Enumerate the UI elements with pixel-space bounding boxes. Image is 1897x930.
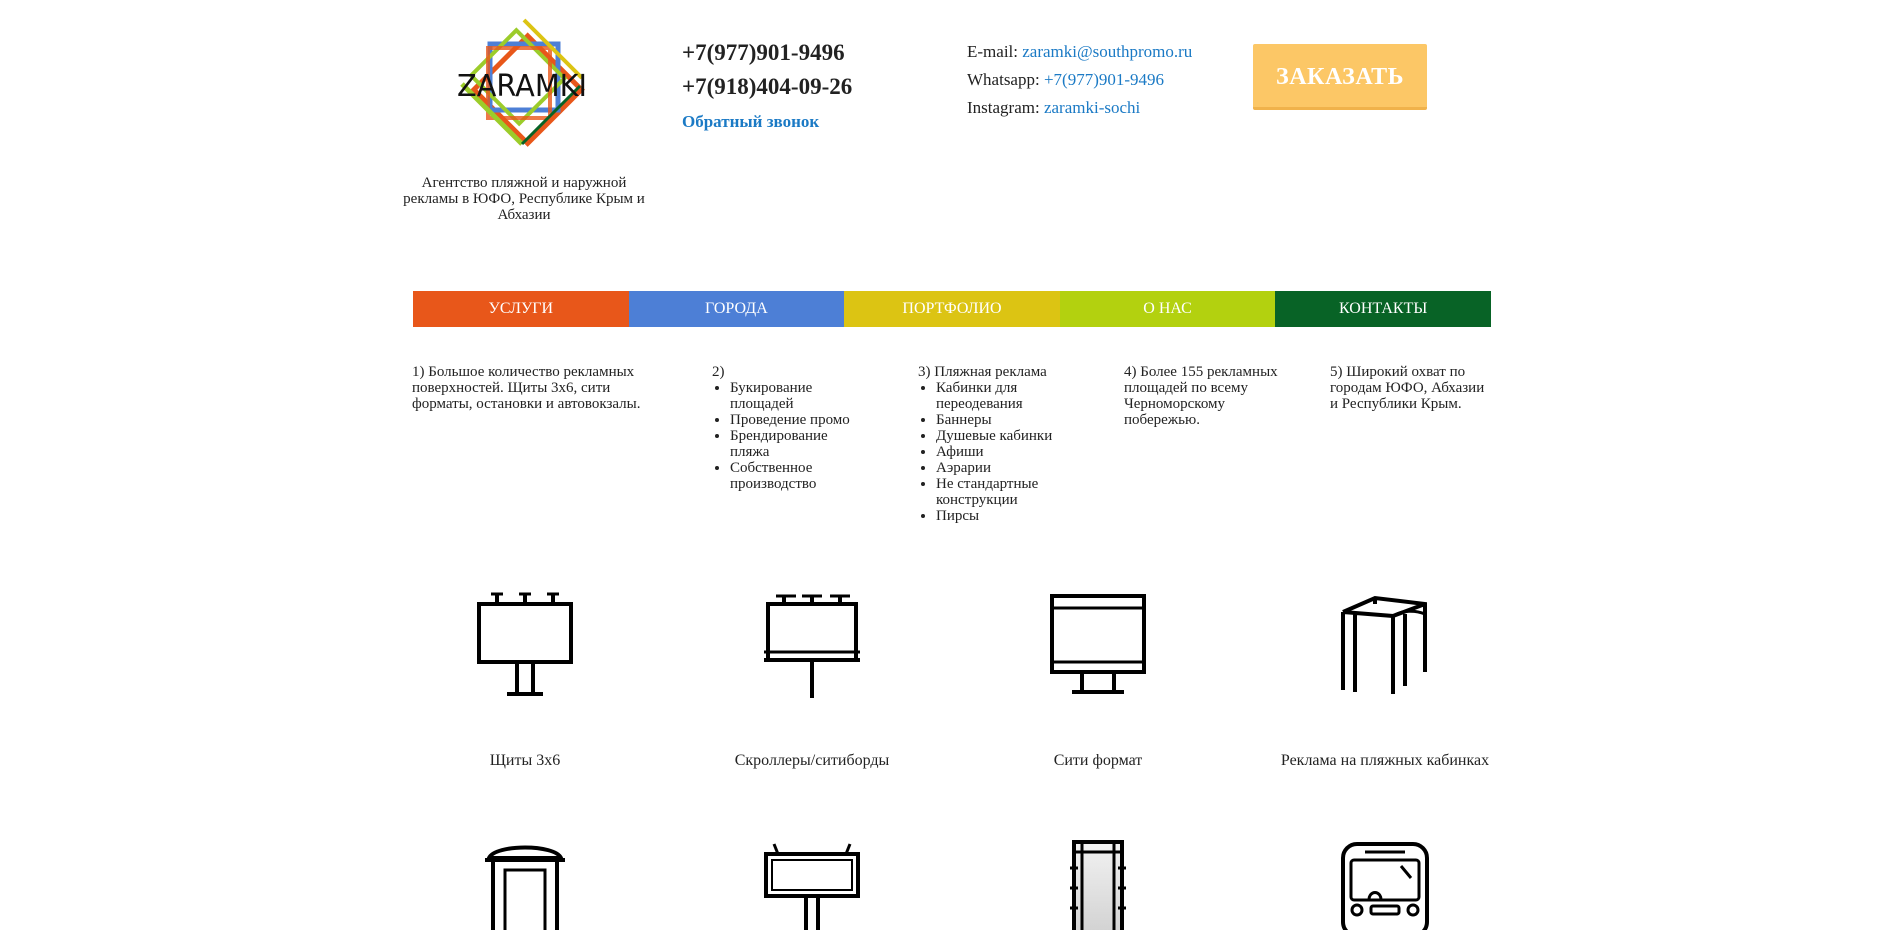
list-item: Аэрарии [936, 460, 1068, 476]
whatsapp-label: Whatsapp: [967, 70, 1040, 89]
phone-2[interactable]: +7(918)404-09-26 [682, 70, 852, 104]
logo[interactable]: ZARAMKI [452, 14, 592, 154]
whatsapp-row: Whatsapp: +7(977)901-9496 [967, 66, 1192, 94]
logo-text: ZARAMKI [457, 69, 587, 104]
feature-5: 5) Широкий охват по городам ЮФО, Абхазии… [1330, 364, 1485, 412]
list-item: Собственное производство [730, 460, 862, 492]
bus-icon [1341, 842, 1429, 930]
email-link[interactable]: zaramki@southpromo.ru [1022, 42, 1192, 61]
service-bus[interactable] [1245, 838, 1525, 930]
service-label: Щиты 3х6 [489, 752, 561, 769]
logo-icon: ZARAMKI [457, 18, 587, 147]
service-scroller[interactable]: Скроллеры/ситиборды [672, 590, 952, 770]
list-item: Кабинки для переодевания [936, 380, 1068, 412]
main-menu: УСЛУГИ ГОРОДА ПОРТФОЛИО О НАС КОНТАКТЫ [413, 291, 1491, 327]
service-label: Сити формат [1053, 752, 1143, 769]
menu-item-services[interactable]: УСЛУГИ [413, 291, 629, 327]
service-beach-cabin[interactable]: Реклама на пляжных кабинках [1245, 590, 1525, 770]
city-format-icon [1050, 594, 1146, 694]
beach-cabin-icon [1341, 595, 1427, 694]
email-row: E-mail: zaramki@southpromo.ru [967, 38, 1192, 66]
roadside-billboard-icon [764, 843, 860, 930]
feature-4: 4) Более 155 рекламных площадей по всему… [1124, 364, 1278, 428]
list-item: Букирование площадей [730, 380, 862, 412]
service-roadside-billboard[interactable] [672, 838, 952, 930]
pillar-icon [1070, 840, 1126, 930]
service-label: Скроллеры/ситиборды [734, 752, 890, 769]
tagline: Агентство пляжной и наружной рекламы в Ю… [403, 175, 645, 223]
feature-2-list: Букирование площадей Проведение промо Бр… [712, 380, 862, 492]
service-billboard[interactable]: Щиты 3х6 [385, 590, 665, 770]
feature-1: 1) Большое количество рекламных поверхно… [412, 364, 641, 412]
list-item: Пирсы [936, 508, 1068, 524]
billboard-icon [477, 592, 573, 696]
email-label: E-mail: [967, 42, 1018, 61]
feature-2: 2) Букирование площадей Проведение промо… [712, 364, 862, 492]
list-item: Брендирование пляжа [730, 428, 862, 460]
contacts-block: E-mail: zaramki@southpromo.ru Whatsapp: … [967, 38, 1192, 122]
feature-3-list: Кабинки для переодевания Баннеры Душевые… [918, 380, 1068, 524]
list-item: Проведение промо [730, 412, 862, 428]
list-item: Душевые кабинки [936, 428, 1068, 444]
whatsapp-link[interactable]: +7(977)901-9496 [1044, 70, 1164, 89]
feature-3-title: 3) Пляжная реклама [918, 364, 1047, 380]
menu-item-about[interactable]: О НАС [1059, 291, 1276, 327]
feature-3: 3) Пляжная реклама Кабинки для переодева… [918, 364, 1068, 524]
menu-item-portfolio[interactable]: ПОРТФОЛИО [844, 291, 1060, 327]
list-item: Не стандартные конструкции [936, 476, 1068, 508]
callback-link[interactable]: Обратный звонок [682, 112, 852, 132]
phone-1[interactable]: +7(977)901-9496 [682, 36, 852, 70]
service-label: Реклама на пляжных кабинках [1280, 752, 1490, 769]
list-item: Баннеры [936, 412, 1068, 428]
instagram-row: Instagram: zaramki-sochi [967, 94, 1192, 122]
order-button[interactable]: ЗАКАЗАТЬ [1253, 44, 1427, 110]
menu-item-contacts[interactable]: КОНТАКТЫ [1275, 291, 1491, 327]
kiosk-icon [485, 845, 565, 930]
feature-2-title: 2) [712, 364, 725, 380]
service-pillar[interactable] [958, 838, 1238, 930]
instagram-label: Instagram: [967, 98, 1040, 117]
page: ZARAMKI Агентство пляжной и наружной рек… [0, 0, 1897, 930]
service-city-format[interactable]: Сити формат [958, 590, 1238, 770]
menu-item-cities[interactable]: ГОРОДА [628, 291, 845, 327]
instagram-link[interactable]: zaramki-sochi [1044, 98, 1140, 117]
phones-block: +7(977)901-9496 +7(918)404-09-26 Обратны… [682, 36, 852, 132]
service-kiosk[interactable] [385, 838, 665, 930]
scroller-icon [764, 594, 860, 698]
list-item: Афиши [936, 444, 1068, 460]
